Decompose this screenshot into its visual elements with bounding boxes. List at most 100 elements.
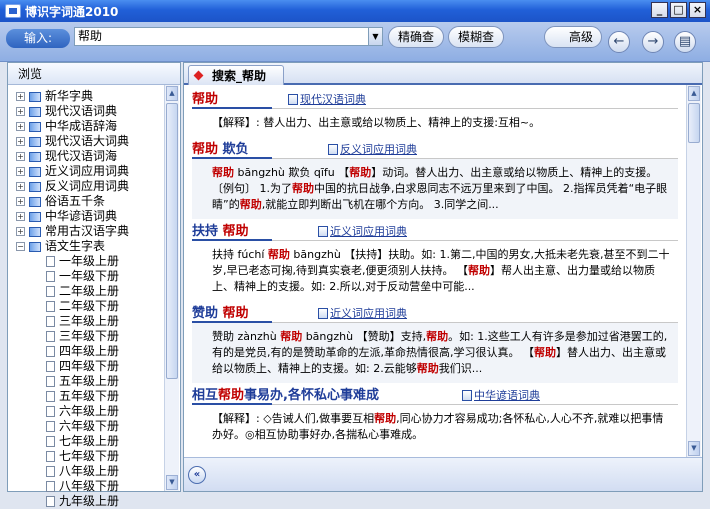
advanced-button[interactable]: 高级	[544, 26, 602, 48]
tree-child-label: 六年级上册	[59, 404, 120, 418]
tree-item-label: 新华字典	[45, 89, 94, 103]
highlighted-keyword: 帮助	[212, 166, 234, 179]
history-dropdown-button[interactable]: ▼	[368, 27, 383, 46]
expand-icon[interactable]: +	[16, 137, 25, 146]
scroll-thumb[interactable]	[688, 103, 700, 143]
tree-item[interactable]: + 俗语五千条	[16, 194, 166, 209]
tree-item[interactable]: + 反义词应用词典	[16, 179, 166, 194]
tree-item[interactable]: + 现代汉语词海	[16, 149, 166, 164]
scroll-up-icon[interactable]: ▲	[688, 86, 700, 101]
tree-child-item[interactable]: 八年级下册	[16, 479, 166, 494]
dictionary-link[interactable]: 现代汉语词典	[288, 91, 366, 107]
tree-child-label: 二年级下册	[59, 299, 120, 313]
entry-term[interactable]: 帮助	[192, 88, 218, 107]
close-button[interactable]: ×	[689, 2, 706, 18]
results-scrollbar[interactable]: ▲ ▼	[686, 85, 701, 457]
tree-item[interactable]: + 中华成语辞海	[16, 119, 166, 134]
dictionary-link[interactable]: 近义词应用词典	[318, 305, 407, 321]
tree-child-item[interactable]: 五年级上册	[16, 374, 166, 389]
search-input[interactable]: 帮助	[74, 27, 370, 46]
tree-child-item[interactable]: 二年级上册	[16, 284, 166, 299]
expand-icon[interactable]: +	[16, 227, 25, 236]
book-icon	[29, 121, 41, 132]
expand-icon[interactable]: +	[16, 152, 25, 161]
forward-nav-icon[interactable]: →	[642, 31, 664, 53]
document-icon	[46, 376, 55, 387]
highlighted-keyword: 帮助	[222, 306, 249, 321]
definition-text: 我们识...	[438, 362, 483, 375]
tree-child-item[interactable]: 六年级下册	[16, 419, 166, 434]
fuzzy-search-button[interactable]: 模糊查	[448, 26, 504, 48]
dictionary-icon	[318, 307, 328, 319]
back-nav-icon[interactable]: ←	[608, 31, 630, 53]
expand-icon[interactable]: +	[16, 92, 25, 101]
exact-search-button[interactable]: 精确查	[388, 26, 444, 48]
highlighted-keyword: 帮助	[239, 198, 262, 211]
document-icon	[46, 256, 55, 267]
minimize-button[interactable]: _	[651, 2, 668, 18]
entry-term[interactable]: 相互帮助事易办,各怀私心事难成	[192, 384, 379, 403]
scroll-down-icon[interactable]: ▼	[166, 475, 178, 490]
tree-child-item[interactable]: 四年级下册	[16, 359, 166, 374]
expand-icon[interactable]: +	[16, 197, 25, 206]
tree-child-item[interactable]: 七年级上册	[16, 434, 166, 449]
tree-child-label: 四年级下册	[59, 359, 120, 373]
tree-item[interactable]: − 语文生字表	[16, 239, 166, 254]
expand-icon[interactable]: +	[16, 182, 25, 191]
tree-item[interactable]: + 中华谚语词典	[16, 209, 166, 224]
tab-search-results[interactable]: 搜索_帮助	[188, 65, 284, 85]
tree-child-label: 五年级上册	[59, 374, 120, 388]
term-text: 扶持	[192, 224, 223, 239]
expand-icon[interactable]: +	[16, 212, 25, 221]
tree-child-item[interactable]: 二年级下册	[16, 299, 166, 314]
document-icon	[46, 271, 55, 282]
tree-child-item[interactable]: 八年级上册	[16, 464, 166, 479]
tree-child-label: 三年级下册	[59, 329, 120, 343]
tree-child-item[interactable]: 三年级上册	[16, 314, 166, 329]
result-entry: 赞助 帮助 近义词应用词典 赞助 zànzhù 帮助 bāngzhù 【赞助】支…	[184, 301, 686, 383]
book-icon	[29, 151, 41, 162]
entry-term[interactable]: 帮助 欺负	[192, 138, 249, 157]
expand-icon[interactable]: +	[16, 122, 25, 131]
scroll-down-icon[interactable]: ▼	[688, 441, 700, 456]
tree-child-item[interactable]: 一年级下册	[16, 269, 166, 284]
tree-item-label: 现代汉语词海	[45, 149, 118, 163]
scroll-up-icon[interactable]: ▲	[166, 86, 178, 101]
tree-child-label: 二年级上册	[59, 284, 120, 298]
clipboard-icon[interactable]: ▤	[674, 31, 696, 53]
tree-item[interactable]: + 现代汉语词典	[16, 104, 166, 119]
expand-icon[interactable]: +	[16, 107, 25, 116]
tree-child-item[interactable]: 五年级下册	[16, 389, 166, 404]
tree-item[interactable]: + 近义词应用词典	[16, 164, 166, 179]
book-icon	[29, 211, 41, 222]
result-entry: 帮助 现代汉语词典 【解释】: 替人出力、出主意或给以物质上、精神上的支援:互相…	[184, 87, 686, 137]
tree-child-item[interactable]: 七年级下册	[16, 449, 166, 464]
tree-child-label: 一年级下册	[59, 269, 120, 283]
tree-item[interactable]: + 常用古汉语字典	[16, 224, 166, 239]
scroll-thumb[interactable]	[166, 103, 178, 379]
title-bar: 博识字词通2010 _ □ ×	[0, 0, 710, 22]
expand-icon[interactable]: +	[16, 167, 25, 176]
tree-child-item[interactable]: 九年级上册	[16, 494, 166, 509]
maximize-button[interactable]: □	[670, 2, 687, 18]
document-icon	[46, 466, 55, 477]
entry-term[interactable]: 扶持 帮助	[192, 220, 249, 239]
tree-child-item[interactable]: 一年级上册	[16, 254, 166, 269]
entry-term[interactable]: 赞助 帮助	[192, 302, 249, 321]
diamond-icon	[193, 70, 204, 81]
entry-definition: 帮助 bāngzhù 欺负 qīfu 【帮助】动词。替人出力、出主意或给以物质上…	[192, 159, 678, 219]
tree-child-item[interactable]: 六年级上册	[16, 404, 166, 419]
tree-child-item[interactable]: 四年级上册	[16, 344, 166, 359]
double-left-arrow-icon[interactable]: «	[188, 466, 206, 484]
dictionary-link[interactable]: 中华谚语词典	[462, 387, 540, 403]
dictionary-link[interactable]: 反义词应用词典	[328, 141, 417, 157]
dictionary-icon	[328, 143, 338, 155]
result-entry: 扶持 帮助 近义词应用词典 扶持 fúchí 帮助 bāngzhù 【扶持】扶助…	[184, 219, 686, 301]
tree-item[interactable]: + 现代汉语大词典	[16, 134, 166, 149]
collapse-icon[interactable]: −	[16, 242, 25, 251]
dictionary-link[interactable]: 近义词应用词典	[318, 223, 407, 239]
term-text: 赞助	[192, 306, 223, 321]
tree-item[interactable]: + 新华字典	[16, 89, 166, 104]
sidebar-scrollbar[interactable]: ▲ ▼	[164, 85, 179, 491]
tree-child-item[interactable]: 三年级下册	[16, 329, 166, 344]
